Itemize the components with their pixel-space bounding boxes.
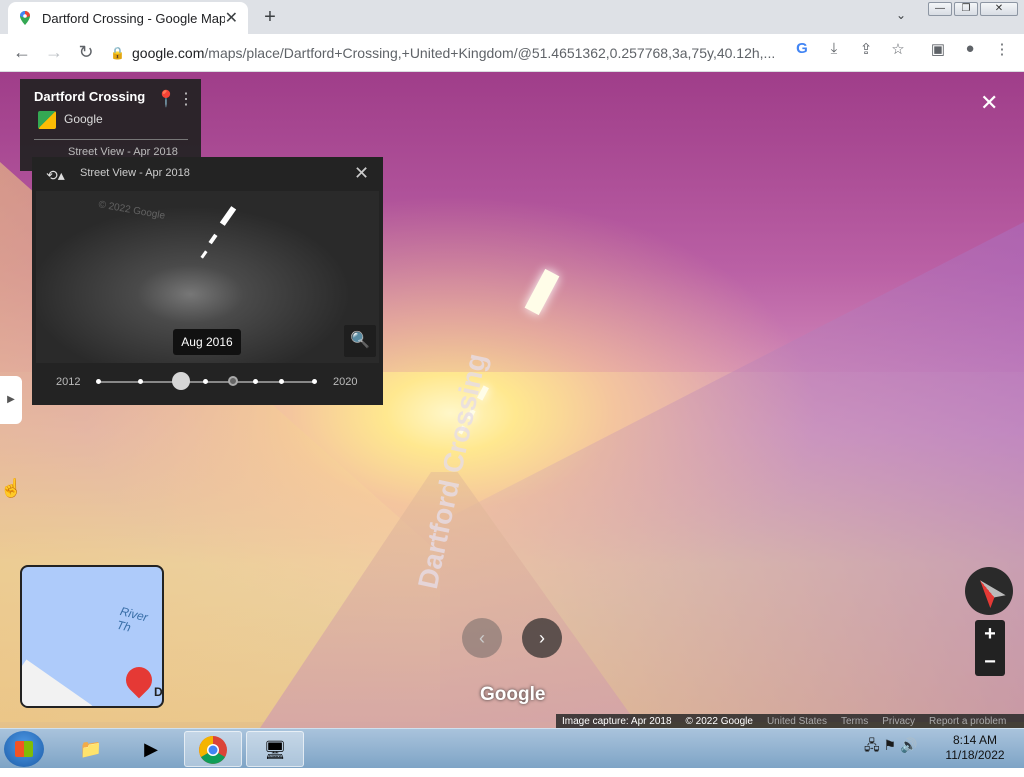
url-path: /maps/place/Dartford+Crossing,+United+Ki… <box>204 45 776 61</box>
time-travel-panel: ⟲▴ Street View - Apr 2018 ✕ © 2022 Googl… <box>32 157 383 405</box>
file-explorer-icon[interactable]: 📁 <box>62 731 120 767</box>
terms-link[interactable]: Terms <box>841 716 868 727</box>
expand-panel-toggle[interactable]: ▶ <box>0 376 22 424</box>
install-icon[interactable]: ⤓ <box>822 40 846 57</box>
contributor-name: Google <box>64 112 103 126</box>
media-player-icon[interactable]: ▶ <box>122 731 180 767</box>
current-date-marker[interactable] <box>228 376 238 386</box>
pin-label: D <box>154 685 163 699</box>
slider-tick[interactable] <box>253 379 258 384</box>
tab-bar: Dartford Crossing - Google Maps ✕ + ⌄ — … <box>0 0 1024 34</box>
zoom-out-button[interactable]: − <box>975 648 1005 676</box>
slider-tick[interactable] <box>279 379 284 384</box>
url-domain: google.com <box>132 45 205 61</box>
map-land <box>22 659 92 706</box>
side-panel-icon[interactable]: ▣ <box>926 40 950 58</box>
google-contributor-icon <box>38 111 56 129</box>
map-pin-icon <box>120 661 158 699</box>
bookmark-star-icon[interactable]: ☆ <box>886 40 910 58</box>
privacy-link[interactable]: Privacy <box>882 716 915 727</box>
image-capture-date: Image capture: Apr 2018 <box>562 715 672 727</box>
new-tab-button[interactable]: + <box>258 6 282 29</box>
copyright: © 2022 Google <box>685 715 753 727</box>
google-logo: Google <box>480 684 546 705</box>
time-travel-header: Street View - Apr 2018 <box>80 167 190 179</box>
restore-button[interactable]: ❐ <box>954 2 978 16</box>
tab-close-icon[interactable]: ✕ <box>225 8 238 28</box>
river-label: River Th <box>115 604 150 635</box>
more-options-icon[interactable]: ⋮ <box>178 89 194 109</box>
previous-arrow-button[interactable]: ‹ <box>462 618 502 658</box>
lock-icon: 🔒 <box>110 46 125 60</box>
place-title[interactable]: Dartford Crossing <box>34 89 145 104</box>
tab-title: Dartford Crossing - Google Maps <box>42 10 225 26</box>
minimize-button[interactable]: — <box>928 2 952 16</box>
control-panel-icon[interactable]: 🖥 <box>246 731 304 767</box>
start-year-label: 2012 <box>56 376 81 388</box>
browser-tab[interactable]: Dartford Crossing - Google Maps ✕ <box>8 2 248 34</box>
windows-taskbar: 📁 ▶ 🖥 🖧 ⚑ 🔊 8:14 AM 11/18/2022 <box>0 728 1024 768</box>
start-button[interactable] <box>4 731 44 767</box>
close-street-view-icon[interactable]: ✕ <box>980 90 998 116</box>
profile-icon[interactable]: ● <box>958 40 982 57</box>
google-maps-icon <box>20 11 30 25</box>
country-link[interactable]: United States <box>767 716 827 727</box>
back-icon[interactable]: ← <box>6 42 38 63</box>
divider <box>34 139 188 140</box>
history-icon[interactable]: ⟲▴ <box>46 167 65 184</box>
time-slider-handle[interactable] <box>172 372 190 390</box>
reload-icon[interactable]: ↻ <box>70 42 102 63</box>
compass-needle <box>972 574 1005 608</box>
date-tooltip: Aug 2016 <box>173 329 241 355</box>
system-clock[interactable]: 8:14 AM 11/18/2022 <box>940 733 1010 763</box>
close-window-button[interactable]: ✕ <box>980 2 1018 16</box>
menu-kebab-icon[interactable]: ⋮ <box>990 40 1014 58</box>
next-arrow-button[interactable]: › <box>522 618 562 658</box>
zoom-control: + − <box>975 620 1005 676</box>
system-tray-icons[interactable]: 🖧 ⚑ 🔊 <box>864 735 917 759</box>
zoom-thumbnail-icon[interactable]: 🔍 <box>344 325 376 357</box>
slider-tick[interactable] <box>138 379 143 384</box>
location-pin-icon[interactable]: 📍 <box>156 89 176 109</box>
tab-search-icon[interactable]: ⌄ <box>896 8 906 22</box>
google-lens-icon[interactable]: G <box>790 40 814 57</box>
chrome-icon[interactable] <box>184 731 242 767</box>
windows-logo-icon <box>15 741 33 757</box>
clock-date: 11/18/2022 <box>945 748 1005 762</box>
slider-tick[interactable] <box>203 379 208 384</box>
end-year-label: 2020 <box>333 376 358 388</box>
slider-tick[interactable] <box>312 379 317 384</box>
chrome-logo <box>199 736 227 764</box>
close-icon[interactable]: ✕ <box>354 163 369 184</box>
mini-map[interactable]: River Th D <box>20 565 164 708</box>
zoom-in-button[interactable]: + <box>975 620 1005 648</box>
map-footer: Image capture: Apr 2018 © 2022 Google Un… <box>556 714 1024 728</box>
compass-icon[interactable] <box>965 567 1013 615</box>
hand-cursor-icon: ☝ <box>0 478 23 498</box>
report-problem-link[interactable]: Report a problem <box>929 716 1006 727</box>
slider-tick[interactable] <box>96 379 101 384</box>
clock-time: 8:14 AM <box>952 733 998 747</box>
share-icon[interactable]: ⇪ <box>854 40 878 58</box>
forward-icon[interactable]: → <box>38 42 70 63</box>
